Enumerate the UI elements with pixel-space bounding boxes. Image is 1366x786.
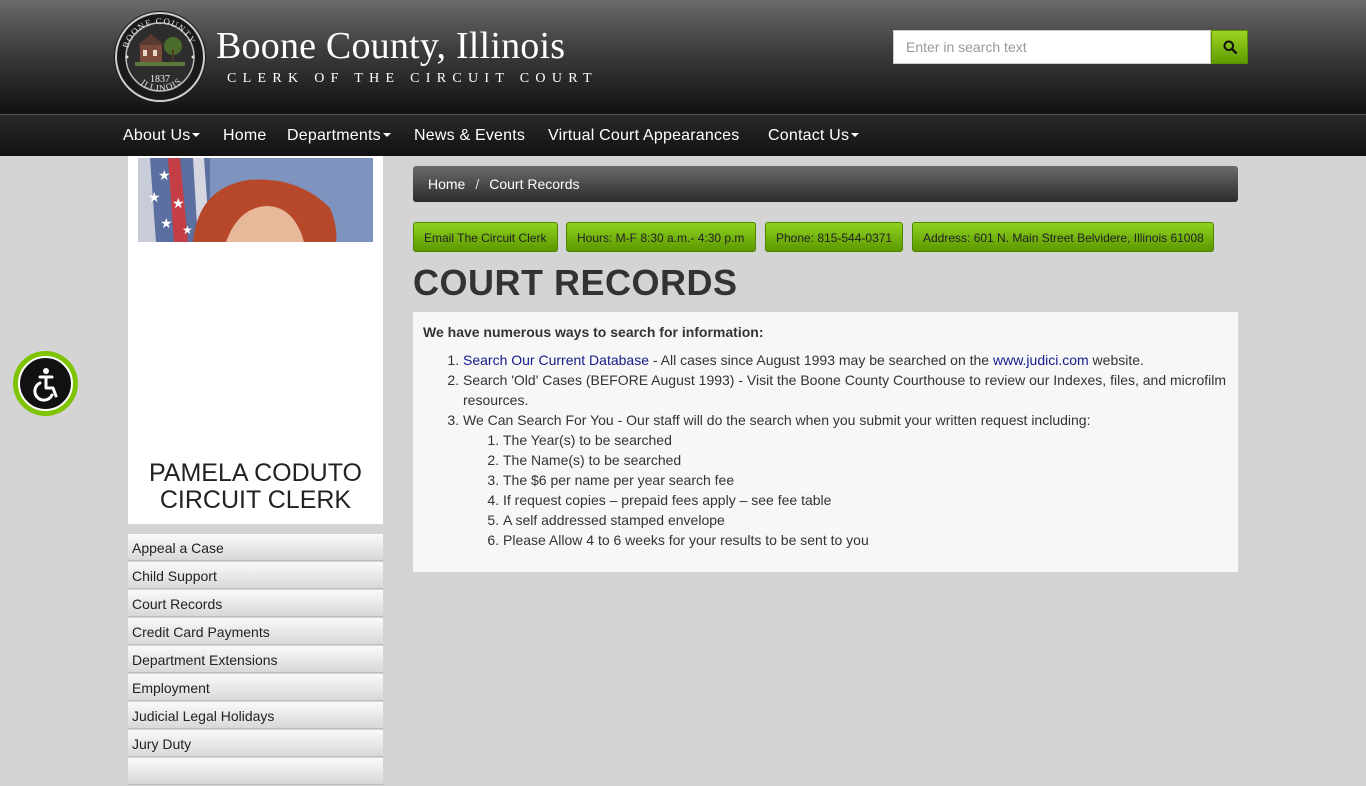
search-button[interactable] <box>1211 30 1248 64</box>
side-item-judicial-legal-holidays[interactable]: Judicial Legal Holidays <box>128 702 383 729</box>
current-database-link[interactable]: Search Our Current Database <box>463 352 649 368</box>
svg-text:★: ★ <box>148 189 161 205</box>
svg-text:★: ★ <box>158 167 171 183</box>
breadcrumb: Home / Court Records <box>413 166 1238 202</box>
hours-button[interactable]: Hours: M-F 8:30 a.m.- 4:30 p.m <box>566 222 756 252</box>
clerk-profile-card: ★ ★ ★ ★ ★ PAMELA CODUTO CIRCUIT CLERK <box>128 156 383 524</box>
side-navigation: Appeal a Case Child Support Court Record… <box>128 534 383 786</box>
request-requirements-list: The Year(s) to be searched The Name(s) t… <box>463 430 1228 550</box>
nav-about-us-label: About Us <box>123 127 191 144</box>
search-icon <box>1223 40 1237 54</box>
side-item-appeal-a-case[interactable]: Appeal a Case <box>128 534 383 561</box>
nav-contact-us-label: Contact Us <box>768 127 850 144</box>
breadcrumb-home-link[interactable]: Home <box>428 176 465 192</box>
side-item-jury-duty[interactable]: Jury Duty <box>128 730 383 757</box>
site-title[interactable]: Boone County, Illinois <box>216 24 565 68</box>
caret-down-icon <box>382 132 391 137</box>
seal-year: 1837 <box>150 74 170 85</box>
search-input[interactable] <box>893 30 1211 64</box>
clerk-photo: ★ ★ ★ ★ ★ <box>138 158 373 242</box>
address-button[interactable]: Address: 601 N. Main Street Belvidere, I… <box>912 222 1214 252</box>
accessibility-button[interactable] <box>13 351 78 416</box>
svg-text:★: ★ <box>182 223 193 237</box>
list-item: Search Our Current Database - All cases … <box>463 350 1228 370</box>
email-clerk-button[interactable]: Email The Circuit Clerk <box>413 222 558 252</box>
svg-text:★: ★ <box>160 215 173 231</box>
phone-button[interactable]: Phone: 815-544-0371 <box>765 222 903 252</box>
item1-text-after: website. <box>1088 352 1144 368</box>
clerk-name-title: PAMELA CODUTO CIRCUIT CLERK <box>128 460 383 514</box>
breadcrumb-current: Court Records <box>489 176 580 192</box>
caret-down-icon <box>192 132 201 137</box>
list-item: A self addressed stamped envelope <box>503 510 1228 530</box>
nav-departments-label: Departments <box>287 127 381 144</box>
list-item: We Can Search For You - Our staff will d… <box>463 410 1228 550</box>
list-item: Please Allow 4 to 6 weeks for your resul… <box>503 530 1228 550</box>
nav-departments[interactable]: Departments <box>287 115 391 156</box>
list-item: The Name(s) to be searched <box>503 450 1228 470</box>
main-navbar: About Us Home Departments News & Events … <box>0 114 1366 156</box>
page-title: COURT RECORDS <box>413 262 738 303</box>
accessibility-icon <box>18 356 73 411</box>
item1-text: - All cases since August 1993 may be sea… <box>648 352 993 368</box>
nav-virtual-court-label: Virtual Court Appearances <box>548 127 740 144</box>
clerk-role: CIRCUIT CLERK <box>159 486 352 514</box>
side-item-credit-card-payments[interactable]: Credit Card Payments <box>128 618 383 645</box>
side-item-employment[interactable]: Employment <box>128 674 383 701</box>
nav-virtual-court[interactable]: Virtual Court Appearances <box>548 115 739 156</box>
caret-down-icon <box>851 132 860 137</box>
list-item: The $6 per name per year search fee <box>503 470 1228 490</box>
nav-home[interactable]: Home <box>223 115 266 156</box>
list-item: The Year(s) to be searched <box>503 430 1228 450</box>
side-item-more[interactable] <box>128 758 383 785</box>
list-item: If request copies – prepaid fees apply –… <box>503 490 1228 510</box>
site-header: BOONE COUNTY ILLINOIS 1837 Boone County,… <box>0 0 1366 114</box>
intro-text: We have numerous ways to search for info… <box>423 324 764 340</box>
content-panel: We have numerous ways to search for info… <box>413 312 1238 572</box>
breadcrumb-separator: / <box>475 176 480 192</box>
item3-text: We Can Search For You - Our staff will d… <box>463 412 1091 428</box>
site-subtitle: CLERK OF THE CIRCUIT COURT <box>227 71 598 86</box>
clerk-name: PAMELA CODUTO <box>148 459 362 487</box>
side-item-court-records[interactable]: Court Records <box>128 590 383 617</box>
search-methods-list: Search Our Current Database - All cases … <box>423 350 1228 550</box>
nav-home-label: Home <box>223 127 267 144</box>
nav-news-events-label: News & Events <box>414 127 526 144</box>
side-item-child-support[interactable]: Child Support <box>128 562 383 589</box>
nav-about-us[interactable]: About Us <box>123 115 201 156</box>
judici-link[interactable]: www.judici.com <box>993 352 1089 368</box>
nav-contact-us[interactable]: Contact Us <box>768 115 860 156</box>
side-item-department-extensions[interactable]: Department Extensions <box>128 646 383 673</box>
county-seal-logo[interactable]: BOONE COUNTY ILLINOIS 1837 <box>113 10 207 104</box>
list-item: Search 'Old' Cases (BEFORE August 1993) … <box>463 370 1228 410</box>
nav-news-events[interactable]: News & Events <box>414 115 525 156</box>
svg-text:★: ★ <box>172 195 185 211</box>
